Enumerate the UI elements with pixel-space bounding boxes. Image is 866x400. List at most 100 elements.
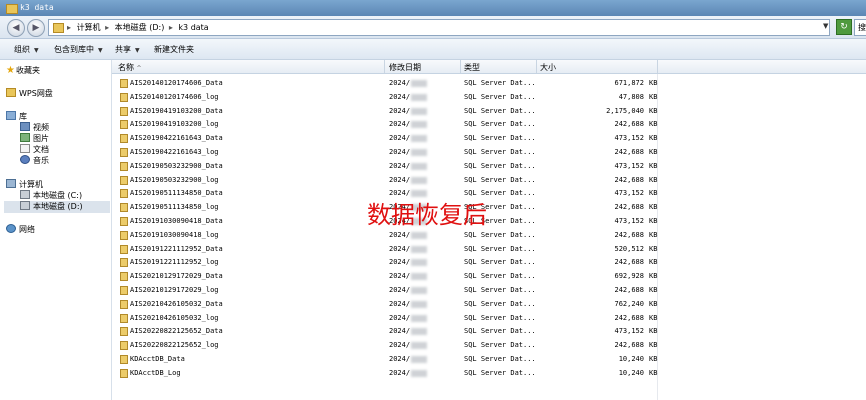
redacted-date [411, 107, 427, 115]
nav-favorites[interactable]: ★收藏夹 [6, 65, 40, 77]
file-name: AIS20190511134850_Data [130, 189, 223, 198]
file-date: 2024/ [389, 230, 411, 239]
new-folder-button[interactable]: 新建文件夹 [154, 44, 194, 55]
file-row[interactable]: KDAcctDB_Log 2024/SQL Server Dat... 10,240… [112, 367, 866, 380]
file-date: 2024/ [389, 79, 411, 87]
column-divider[interactable] [657, 60, 658, 73]
file-size: 242,688 [614, 258, 644, 267]
redacted-date [411, 342, 427, 350]
file-row[interactable]: AIS20190419103200_Data 2024/SQL Server Da… [112, 105, 866, 118]
breadcrumb-computer[interactable]: 计算机 [77, 23, 101, 32]
file-size-unit: KB [649, 327, 658, 336]
file-date: 2024/ [389, 368, 411, 377]
file-size-unit: KB [649, 230, 658, 239]
music-icon [20, 155, 30, 164]
file-row[interactable]: AIS20210426105032_log 2024/SQL Server Dat… [112, 312, 866, 325]
forward-button[interactable]: ▶ [27, 19, 45, 37]
nav-wps-drive[interactable]: WPS网盘 [6, 88, 53, 100]
database-file-icon [120, 120, 128, 130]
refresh-button[interactable]: ↻ [836, 19, 852, 35]
file-row[interactable]: AIS20191030090418_Data 2024/SQL Server Da… [112, 215, 866, 228]
nav-videos-label: 视频 [33, 123, 49, 132]
file-row[interactable]: AIS20190422161643_Data 2024/SQL Server Da… [112, 132, 866, 145]
file-row[interactable]: AIS20210129172029_log 2024/SQL Server Dat… [112, 284, 866, 297]
nav-library-music[interactable]: 音乐 [20, 155, 49, 167]
file-row[interactable]: AIS20220822125652_log 2024/SQL Server Dat… [112, 339, 866, 352]
network-icon [6, 224, 16, 233]
chevron-right-icon[interactable]: ▸ [105, 23, 109, 32]
file-date: 2024/ [389, 272, 411, 281]
file-size: 473,152 [614, 134, 644, 143]
file-list-pane: 名称 ^ 修改日期 类型 大小 AIS20140120174606_Data 20… [112, 60, 866, 400]
file-row[interactable]: AIS20191030090418_log 2024/SQL Server Dat… [112, 229, 866, 242]
file-row[interactable]: AIS20190511134850_log 2024/SQL Server Dat… [112, 201, 866, 214]
nav-documents-label: 文档 [33, 145, 49, 154]
database-file-icon [120, 355, 128, 364]
file-date: 2024/ [389, 120, 411, 129]
file-row[interactable]: AIS20190503232900_Data 2024/SQL Server Da… [112, 160, 866, 173]
hard-drive-icon [20, 201, 30, 210]
file-type: SQL Server Dat... [464, 355, 536, 363]
file-size-unit: KB [649, 355, 658, 363]
file-row[interactable]: AIS20190419103200_log 2024/SQL Server Dat… [112, 118, 866, 131]
file-row[interactable]: AIS20210129172029_Data 2024/SQL Server Da… [112, 270, 866, 283]
file-row[interactable]: AIS20210426105032_Data 2024/SQL Server Da… [112, 298, 866, 311]
include-in-library-menu[interactable]: 包含到库中 ▼ [54, 44, 103, 55]
column-header-name[interactable]: 名称 ^ [118, 62, 142, 73]
file-row[interactable]: AIS20191221112952_log 2024/SQL Server Dat… [112, 256, 866, 269]
file-row[interactable]: AIS20220822125652_Data 2024/SQL Server Da… [112, 325, 866, 338]
file-row[interactable]: AIS20190422161643_log 2024/SQL Server Dat… [112, 146, 866, 159]
column-header-type[interactable]: 类型 [464, 62, 480, 73]
file-name: AIS20210129172029_log [130, 286, 219, 294]
file-size: 473,152 [614, 327, 644, 336]
file-row[interactable]: KDAcctDB_Data 2024/SQL Server Dat... 10,24… [112, 353, 866, 366]
nav-network[interactable]: 网络 [6, 224, 35, 236]
file-size-unit: KB [649, 120, 658, 129]
nav-drive-d-label: 本地磁盘 (D:) [33, 202, 83, 211]
file-name: AIS20190511134850_log [130, 203, 219, 212]
file-type: SQL Server Dat... [464, 120, 536, 129]
file-row[interactable]: AIS20191221112952_Data 2024/SQL Server Da… [112, 243, 866, 256]
file-size: 473,152 [614, 217, 644, 225]
breadcrumb-k3-data[interactable]: k3 data [178, 23, 208, 32]
command-bar: 组织 ▼ 包含到库中 ▼ 共享 ▼ 新建文件夹 [0, 39, 866, 60]
chevron-right-icon[interactable]: ▸ [169, 23, 173, 32]
column-divider[interactable] [384, 60, 385, 73]
file-row[interactable]: AIS20190503232900_log 2024/SQL Server Dat… [112, 174, 866, 187]
column-divider[interactable] [460, 60, 461, 73]
column-header-size[interactable]: 大小 [540, 62, 556, 73]
chevron-down-icon[interactable]: ▼ [823, 22, 828, 30]
file-size-unit: KB [649, 148, 658, 156]
file-type: SQL Server Dat... [464, 175, 536, 184]
address-bar[interactable]: ▸ 计算机 ▸ 本地磁盘 (D:) ▸ k3 data [48, 19, 830, 36]
file-date: 2024/ [389, 355, 411, 363]
database-file-icon [120, 368, 128, 378]
redacted-date [411, 328, 427, 336]
navigation-pane: ★收藏夹 WPS网盘 库 视频 图片 文档 音乐 计算机 本地磁盘 (C:) 本… [0, 60, 112, 400]
file-row[interactable]: AIS20190511134850_Data 2024/SQL Server Da… [112, 187, 866, 200]
nav-drive-d[interactable]: 本地磁盘 (D:) [4, 201, 110, 213]
database-file-icon [120, 272, 128, 282]
chevron-down-icon: ▼ [34, 47, 39, 54]
organize-menu[interactable]: 组织 ▼ [14, 44, 39, 55]
column-name-label: 名称 [118, 63, 134, 72]
file-row[interactable]: AIS20140120174606_Data 2024/SQL Server Da… [112, 77, 866, 90]
redacted-date [411, 369, 427, 377]
database-file-icon [120, 258, 128, 268]
share-menu[interactable]: 共享 ▼ [115, 44, 140, 55]
column-header-date[interactable]: 修改日期 [389, 62, 421, 73]
nav-computer-label: 计算机 [19, 180, 43, 189]
column-divider[interactable] [536, 60, 537, 73]
redacted-date [411, 135, 427, 143]
search-input[interactable]: 搜 [854, 19, 866, 36]
database-file-icon [120, 189, 128, 199]
file-size-unit: KB [649, 341, 658, 350]
file-size: 47,808 [618, 92, 644, 101]
title-bar: k3 data [0, 0, 866, 16]
file-name: AIS20190422161643_Data [130, 134, 223, 143]
breadcrumb-drive-d[interactable]: 本地磁盘 (D:) [115, 23, 165, 32]
back-button[interactable]: ◀ [7, 19, 25, 37]
nav-library-label: 库 [19, 112, 27, 121]
file-row[interactable]: AIS20140120174606_log 2024/SQL Server Dat… [112, 91, 866, 104]
sort-ascending-icon: ^ [136, 65, 142, 72]
